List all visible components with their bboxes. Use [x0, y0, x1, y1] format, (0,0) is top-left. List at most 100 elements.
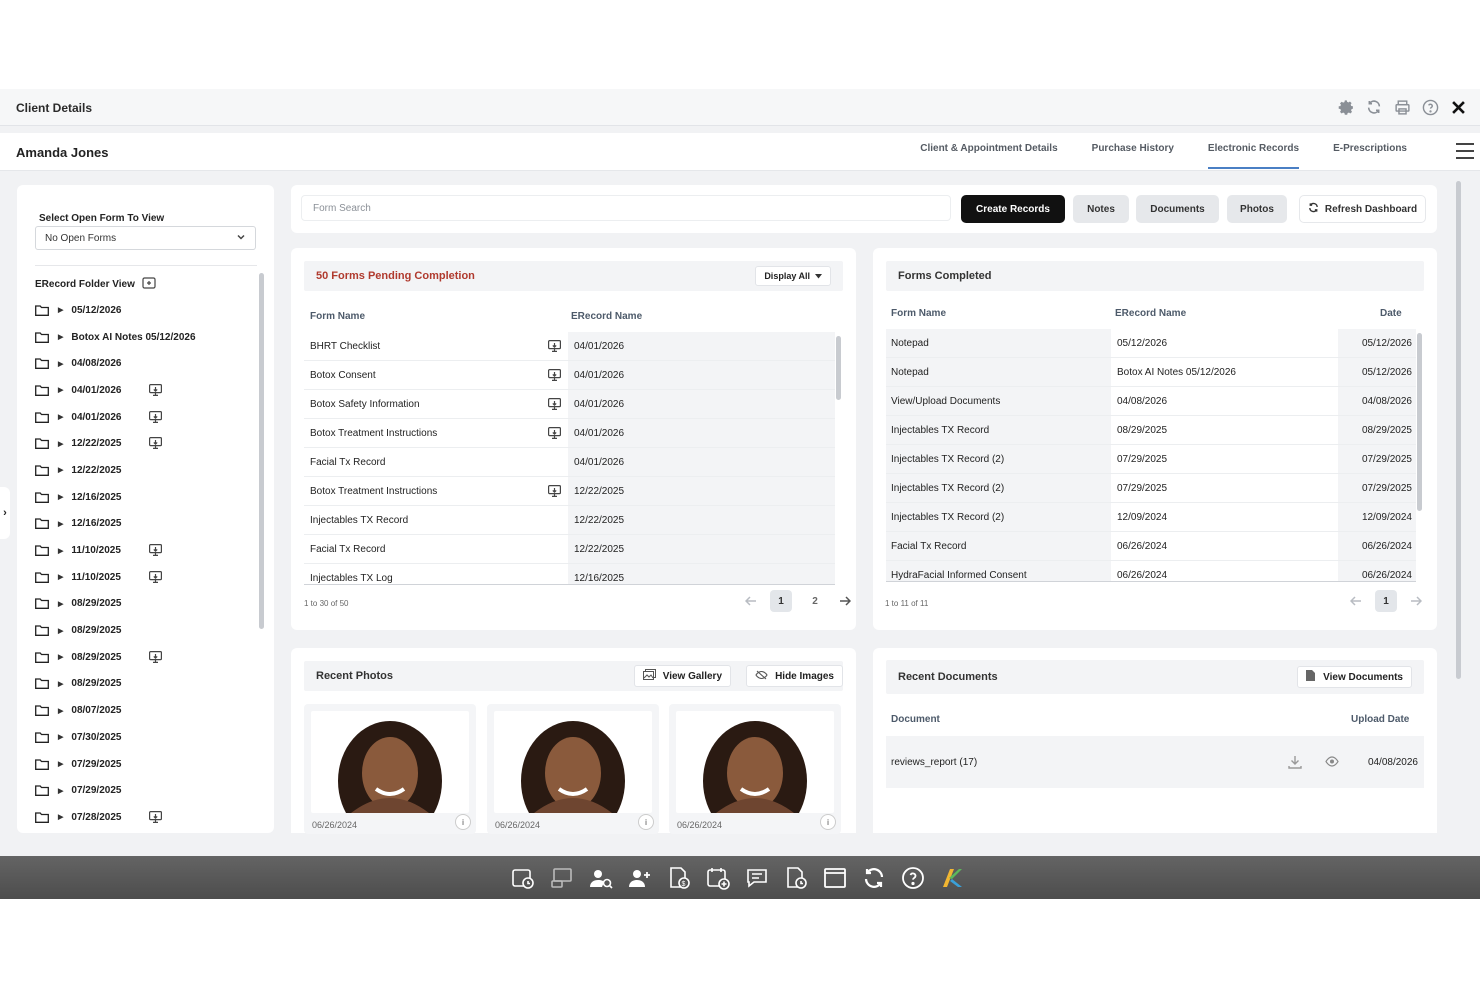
document-row[interactable]: reviews_report (17) 04/08/2026	[886, 736, 1424, 788]
expand-arrow-icon[interactable]: ▶	[58, 653, 63, 661]
settings-gear-icon[interactable]	[1336, 97, 1356, 117]
folder-item[interactable]: ▶ 08/29/2025	[35, 617, 263, 644]
hide-images-button[interactable]: Hide Images	[746, 665, 843, 687]
table-row[interactable]: Notepad 05/12/2026 05/12/2026	[886, 329, 1416, 358]
folder-item[interactable]: ▶ 11/10/2025	[35, 537, 263, 564]
sidebar-scrollbar[interactable]	[259, 273, 264, 629]
monitor-download-icon[interactable]	[149, 811, 163, 824]
folder-item[interactable]: ▶ 08/29/2025	[35, 671, 263, 698]
table-row[interactable]: Facial Tx Record 04/01/2026	[304, 448, 835, 477]
tab-e-prescriptions[interactable]: E-Prescriptions	[1316, 133, 1424, 171]
table-row[interactable]: View/Upload Documents 04/08/2026 04/08/202…	[886, 387, 1416, 416]
folder-item[interactable]: ▶ 07/28/2025	[35, 804, 263, 831]
sidebar-toggle-chevron-icon[interactable]: ›	[0, 487, 10, 539]
table-row[interactable]: HydraFacial Informed Consent 06/26/2024 06…	[886, 561, 1416, 581]
table-row[interactable]: BHRT Checklist 04/01/2026	[304, 332, 835, 361]
photo-thumbnail[interactable]: i 06/26/2024	[487, 704, 659, 834]
notes-button[interactable]: Notes	[1073, 195, 1129, 223]
folder-item[interactable]: ▶ 07/29/2025	[35, 777, 263, 804]
add-folder-icon[interactable]	[142, 277, 156, 292]
expand-arrow-icon[interactable]: ▶	[58, 306, 63, 314]
open-record-icon[interactable]	[149, 410, 163, 426]
refresh-dashboard-button[interactable]: Refresh Dashboard	[1299, 195, 1426, 223]
open-form-icon[interactable]	[548, 485, 562, 500]
eye-icon[interactable]	[1325, 756, 1339, 770]
info-icon[interactable]: i	[455, 814, 471, 830]
table-row[interactable]: Injectables TX Record (2) 07/29/2025 07/29…	[886, 445, 1416, 474]
folder-item[interactable]: ▶ 11/10/2025	[35, 564, 263, 591]
expand-arrow-icon[interactable]: ▶	[58, 360, 63, 368]
document-clock-icon[interactable]	[783, 865, 809, 891]
open-record-icon[interactable]	[149, 650, 163, 666]
table-row[interactable]: Botox Safety Information 04/01/2026	[304, 390, 835, 419]
table-row[interactable]: Injectables TX Log 12/16/2025	[304, 564, 835, 584]
open-form-icon[interactable]	[548, 398, 562, 413]
page-scrollbar[interactable]	[1456, 181, 1461, 679]
tab-purchase-history[interactable]: Purchase History	[1075, 133, 1191, 171]
table-row[interactable]: Facial Tx Record 06/26/2024 06/26/2024	[886, 532, 1416, 561]
photo-thumbnail[interactable]: i 06/26/2024	[669, 704, 841, 834]
open-record-icon[interactable]	[149, 384, 163, 399]
expand-arrow-icon[interactable]: ▶	[58, 680, 63, 688]
folder-item[interactable]: ▶ 08/29/2025	[35, 591, 263, 618]
window-icon[interactable]	[822, 865, 848, 891]
invoice-icon[interactable]: $	[666, 865, 692, 891]
monitor-download-icon[interactable]	[149, 544, 163, 557]
expand-arrow-icon[interactable]: ▶	[58, 547, 63, 555]
register-icon[interactable]	[549, 865, 575, 891]
open-form-select[interactable]: No Open Forms	[35, 226, 256, 250]
open-form-icon[interactable]	[548, 427, 562, 442]
help-circle-icon[interactable]	[900, 865, 926, 891]
expand-arrow-icon[interactable]: ▶	[58, 787, 63, 795]
calendar-clock-icon[interactable]	[510, 865, 536, 891]
folder-item[interactable]: ▶ 04/08/2026	[35, 350, 263, 377]
folder-item[interactable]: ▶ 12/16/2025	[35, 484, 263, 511]
expand-arrow-icon[interactable]: ▶	[58, 440, 63, 448]
folder-item[interactable]: ▶ Botox AI Notes 05/12/2026	[35, 324, 263, 351]
page-2-button[interactable]: 2	[804, 590, 826, 612]
table-row[interactable]: Facial Tx Record 12/22/2025	[304, 535, 835, 564]
table-row[interactable]: Injectables TX Record 08/29/2025 08/29/202…	[886, 416, 1416, 445]
prev-page-arrow-icon[interactable]	[1349, 590, 1363, 612]
expand-arrow-icon[interactable]: ▶	[58, 600, 63, 608]
refresh-icon[interactable]	[1364, 97, 1384, 117]
monitor-download-icon[interactable]	[149, 384, 163, 397]
table-row[interactable]: Notepad Botox AI Notes 05/12/2026 05/12/20…	[886, 358, 1416, 387]
monitor-download-icon[interactable]	[149, 410, 163, 423]
open-form-icon[interactable]	[548, 369, 562, 384]
info-icon[interactable]: i	[820, 814, 836, 830]
monitor-download-icon[interactable]	[149, 570, 163, 583]
form-search-input[interactable]: Form Search	[301, 195, 951, 221]
monitor-download-icon[interactable]	[149, 650, 163, 663]
folder-item[interactable]: ▶ 04/01/2026	[35, 404, 263, 431]
view-gallery-button[interactable]: View Gallery	[633, 665, 731, 687]
monitor-download-icon[interactable]	[548, 340, 562, 352]
table-row[interactable]: Injectables TX Record 12/22/2025	[304, 506, 835, 535]
create-records-button[interactable]: Create Records	[961, 195, 1065, 223]
client-photo-image[interactable]	[494, 711, 652, 813]
folder-item[interactable]: ▶ 12/22/2025	[35, 457, 263, 484]
info-icon[interactable]: i	[638, 814, 654, 830]
print-icon[interactable]	[1392, 97, 1412, 117]
table-row[interactable]: Botox Consent 04/01/2026	[304, 361, 835, 390]
close-icon[interactable]	[1448, 97, 1468, 117]
expand-arrow-icon[interactable]: ▶	[58, 733, 63, 741]
next-page-arrow-icon[interactable]	[838, 590, 852, 612]
monitor-download-icon[interactable]	[548, 398, 562, 410]
expand-arrow-icon[interactable]: ▶	[58, 386, 63, 394]
folder-item[interactable]: ▶ 05/12/2026	[35, 297, 263, 324]
expand-arrow-icon[interactable]: ▶	[58, 413, 63, 421]
open-record-icon[interactable]	[149, 570, 163, 586]
table-row[interactable]: Botox Treatment Instructions 04/01/2026	[304, 419, 835, 448]
add-client-icon[interactable]	[627, 865, 653, 891]
expand-arrow-icon[interactable]: ▶	[58, 333, 63, 341]
client-photo-image[interactable]	[311, 711, 469, 813]
menu-icon[interactable]	[1456, 141, 1474, 161]
table-row[interactable]: Injectables TX Record (2) 07/29/2025 07/29…	[886, 474, 1416, 503]
documents-button[interactable]: Documents	[1136, 195, 1219, 223]
open-record-icon[interactable]	[149, 544, 163, 559]
open-form-icon[interactable]	[548, 340, 562, 355]
sync-icon[interactable]	[861, 865, 887, 891]
open-record-icon[interactable]	[149, 811, 163, 826]
expand-arrow-icon[interactable]: ▶	[58, 760, 63, 768]
